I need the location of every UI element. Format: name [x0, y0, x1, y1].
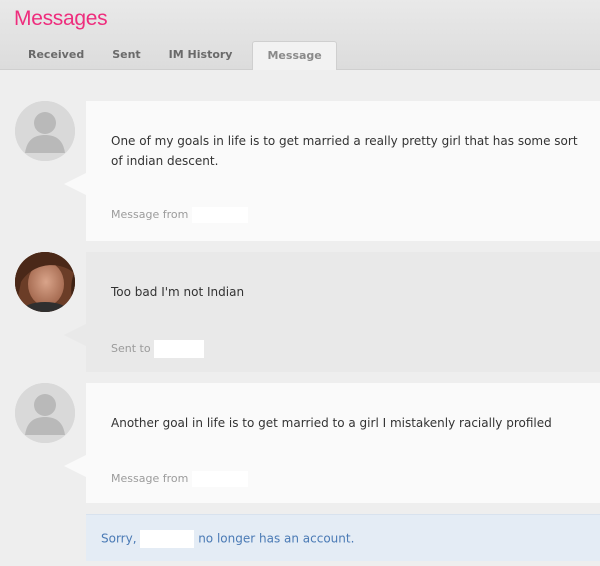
message-meta-label: Message from: [111, 208, 189, 221]
tab-received[interactable]: Received: [14, 41, 98, 70]
message-meta: Sent to: [111, 340, 205, 358]
message-meta: Message from: [111, 471, 248, 487]
message-text: One of my goals in life is to get marrie…: [111, 134, 578, 168]
message-bubble: Too bad I'm not Indian Sent to: [64, 252, 600, 372]
notice-suffix: no longer has an account.: [198, 531, 355, 546]
message-text: Too bad I'm not Indian: [111, 285, 245, 299]
page-title: Messages: [14, 7, 108, 30]
redacted-username: [140, 530, 195, 548]
tab-sent[interactable]: Sent: [98, 41, 154, 70]
redacted-username: [191, 207, 248, 223]
message-meta-label: Sent to: [111, 342, 151, 355]
notice-text: Sorry, no longer has an account.: [101, 530, 354, 548]
tab-message[interactable]: Message: [252, 41, 337, 70]
message-thread: One of my goals in life is to get marrie…: [0, 71, 600, 566]
message-bubble: One of my goals in life is to get marrie…: [64, 101, 600, 241]
notice-prefix: Sorry,: [101, 531, 137, 546]
user-photo[interactable]: [15, 252, 75, 312]
default-user-icon[interactable]: [15, 383, 75, 443]
tab-im-history[interactable]: IM History: [155, 41, 247, 70]
message-meta-label: Message from: [111, 472, 189, 485]
tab-bar: Received Sent IM History Message: [14, 41, 337, 70]
header: Messages Received Sent IM History Messag…: [0, 0, 600, 70]
message-bubble: Another goal in life is to get married t…: [64, 383, 600, 503]
message-meta: Message from: [111, 207, 248, 223]
redacted-username: [191, 471, 248, 487]
account-notice: Sorry, no longer has an account.: [86, 514, 600, 561]
redacted-username: [154, 340, 205, 358]
default-user-icon[interactable]: [15, 101, 75, 161]
message-text: Another goal in life is to get married t…: [111, 416, 552, 430]
